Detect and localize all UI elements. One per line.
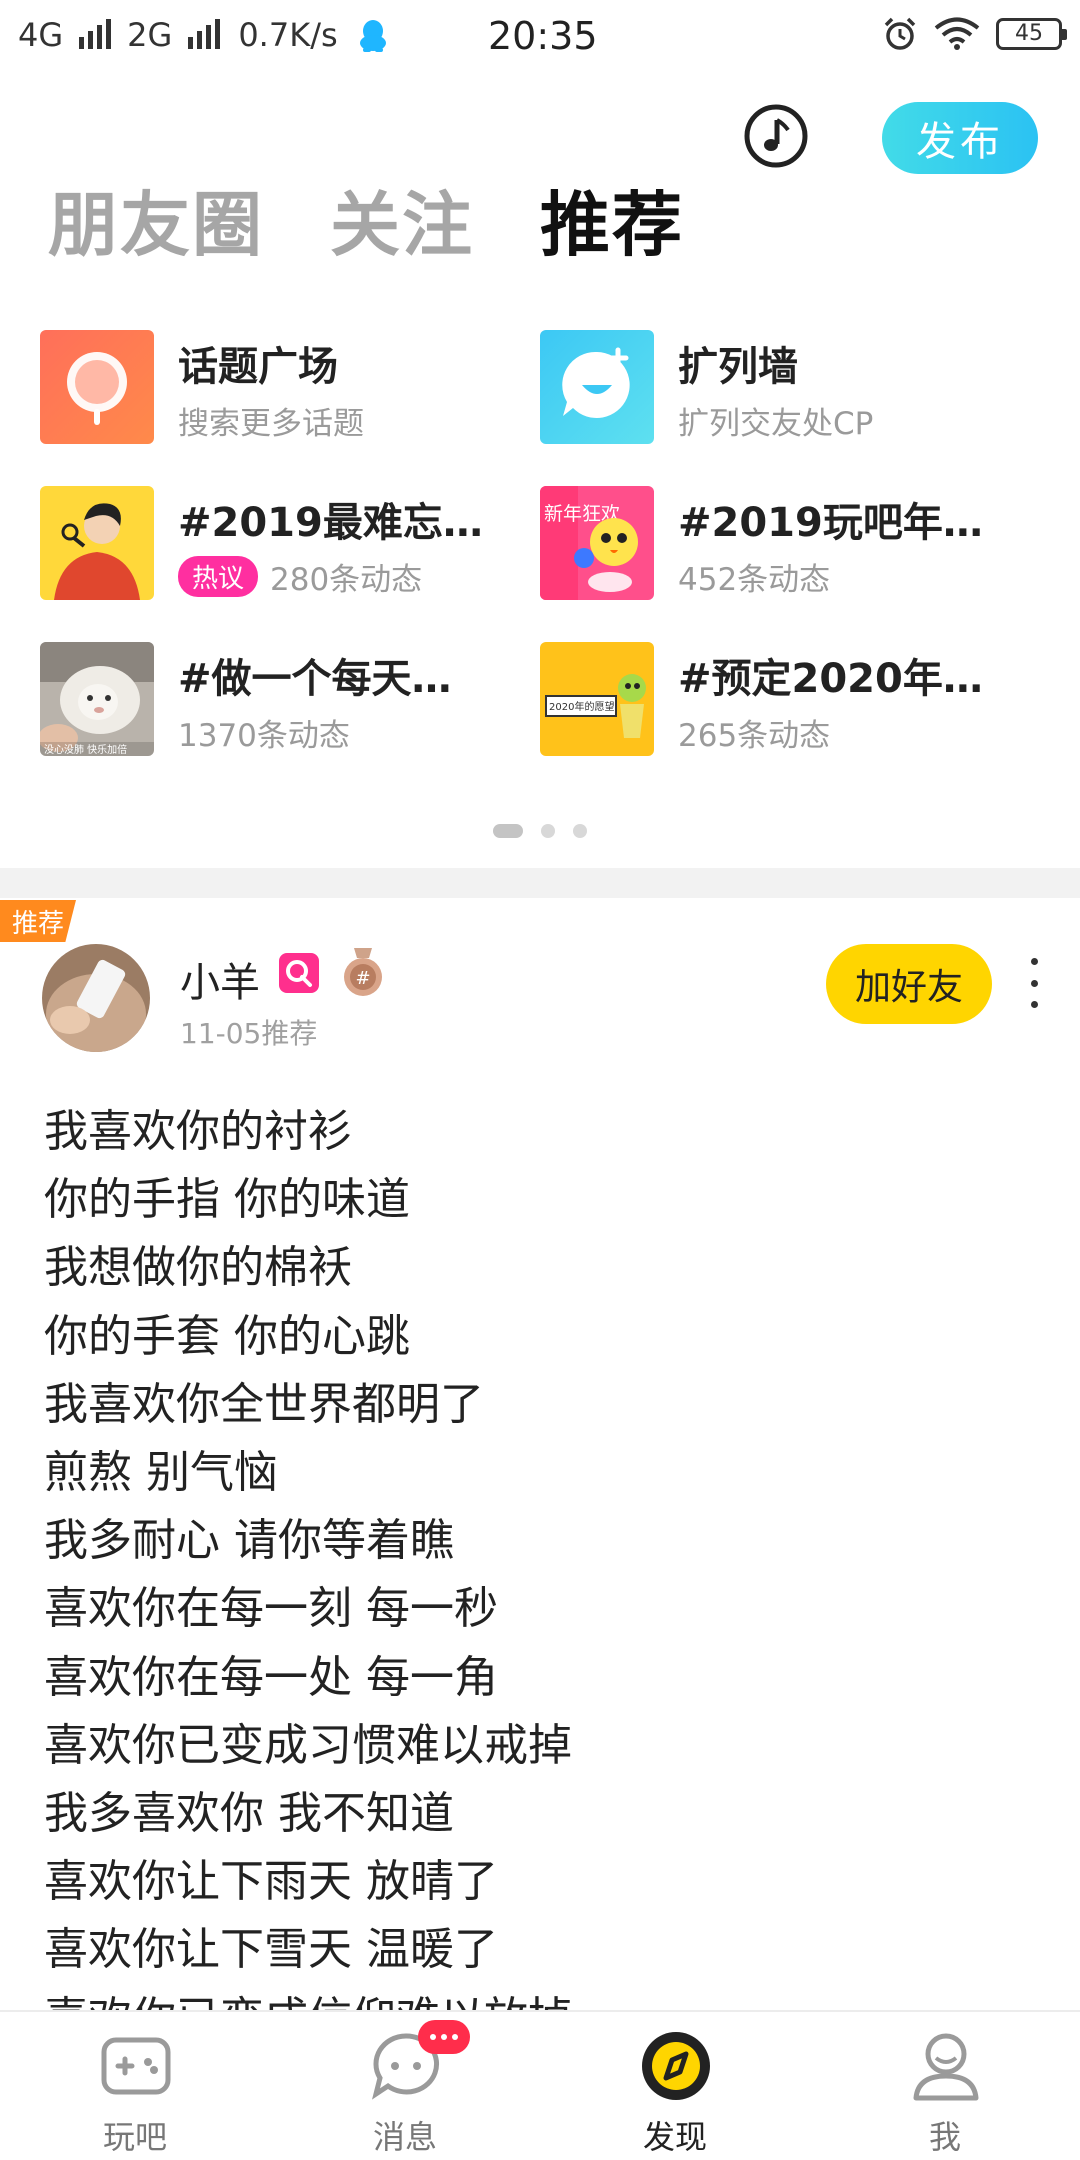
topic-expand-wall[interactable]: 扩列墙 扩列交友处CP <box>540 328 1020 448</box>
topic-subtitle-text: 1370条动态 <box>178 718 350 754</box>
status-bar: 4G 2G 0.7K/s 20:35 45 <box>0 0 1080 76</box>
post-line: 你的手套 你的心跳 <box>44 1310 410 1362</box>
topic-subtitle: 热议 280条动态 <box>178 554 422 599</box>
post-content: 我喜欢你的衬衫 你的手指 你的味道 我想做你的棉袄 你的手套 你的心跳 我喜欢你… <box>44 1098 1044 2053</box>
topic-subtitle: 265条动态 <box>678 710 830 755</box>
post-date: 11-05推荐 <box>180 1017 318 1050</box>
penguin-icon <box>359 20 386 52</box>
post-line: 我多喜欢你 我不知道 <box>44 1788 454 1840</box>
nav-item-messages[interactable]: 消息 <box>270 2012 540 2160</box>
topic-title: #2019玩吧年… <box>678 500 983 546</box>
topic-subtitle: 搜索更多话题 <box>178 398 364 443</box>
lamb-photo-thumbnail: 没心没肺 快乐加倍 <box>40 642 154 756</box>
topic-title: 扩列墙 <box>678 344 798 390</box>
post-line: 你的手指 你的味道 <box>44 1174 410 1226</box>
nav-label: 我 <box>928 2118 961 2156</box>
pager-dot-active <box>493 824 523 838</box>
network-2g-label: 2G <box>127 16 173 54</box>
tab-recommended[interactable]: 推荐 <box>540 180 684 270</box>
alarm-icon <box>884 17 916 50</box>
topic-subtitle-text: 扩列交友处CP <box>678 406 874 442</box>
search-icon <box>40 330 154 444</box>
illustration-thumbnail <box>40 486 154 600</box>
tab-following[interactable]: 关注 <box>330 180 474 270</box>
signal-strength-icon-2 <box>188 19 221 49</box>
post-line: 喜欢你在每一处 每一角 <box>44 1651 498 1703</box>
pager-dot <box>573 824 587 838</box>
post-username[interactable]: 小羊 <box>180 950 260 1008</box>
unread-badge <box>418 2020 470 2054</box>
post-line: 我喜欢你全世界都明了 <box>44 1378 484 1430</box>
publish-button[interactable]: 发布 <box>882 102 1038 174</box>
battery-level: 45 <box>1015 21 1043 46</box>
status-left: 4G 2G 0.7K/s <box>18 16 388 54</box>
signal-strength-icon <box>79 19 112 49</box>
more-options-icon[interactable] <box>1024 958 1044 1008</box>
add-friend-button[interactable]: 加好友 <box>826 944 992 1024</box>
vip-badge-icon <box>278 952 320 994</box>
network-speed: 0.7K/s <box>238 16 338 54</box>
bottom-nav: 玩吧 消息 发现 我 <box>0 2010 1080 2160</box>
thumb-caption: 没心没肺 快乐加倍 <box>44 743 127 756</box>
topic-reserve-2020[interactable]: 2020年的愿望 #预定2020年… 265条动态 <box>540 640 1020 760</box>
nav-item-play[interactable]: 玩吧 <box>0 2012 270 2160</box>
nav-item-discover[interactable]: 发现 <box>540 2012 810 2160</box>
carousel-pager <box>0 824 1080 838</box>
medal-icon: # <box>340 948 386 998</box>
new-year-thumbnail: 新年狂欢 <box>540 486 654 600</box>
topic-subtitle-text: 452条动态 <box>678 562 831 598</box>
cartoon-thumbnail: 2020年的愿望 <box>540 642 654 756</box>
recommended-tag: 推荐 <box>0 900 76 942</box>
topic-subtitle-text: 搜索更多话题 <box>178 406 364 442</box>
post-line: 我多耐心 请你等着瞧 <box>44 1515 454 1567</box>
top-tabs: 朋友圈 关注 推荐 <box>48 180 684 270</box>
user-icon <box>913 2033 979 2101</box>
topic-subtitle: 452条动态 <box>678 554 830 599</box>
nav-item-me[interactable]: 我 <box>810 2012 1080 2160</box>
wifi-icon <box>934 17 980 50</box>
hot-badge: 热议 <box>178 556 259 597</box>
nav-label: 玩吧 <box>102 2118 167 2156</box>
post-line: 我喜欢你的衬衫 <box>44 1106 352 1157</box>
section-divider <box>0 868 1080 898</box>
battery-indicator: 45 <box>996 18 1067 50</box>
music-note-icon <box>744 104 808 168</box>
post-line: 喜欢你让下雪天 温暖了 <box>44 1924 498 1976</box>
status-right: 45 <box>882 16 1067 52</box>
topic-title: 话题广场 <box>178 344 338 390</box>
post-line: 喜欢你在每一刻 每一秒 <box>44 1583 498 1635</box>
nav-label: 消息 <box>372 2118 437 2156</box>
topic-2019-memorable[interactable]: #2019最难忘… 热议 280条动态 <box>40 484 520 604</box>
topic-subtitle-text: 280条动态 <box>270 562 423 598</box>
gamepad-icon <box>101 2037 171 2095</box>
status-time: 20:35 <box>488 14 598 58</box>
topic-subtitle-text: 265条动态 <box>678 718 831 754</box>
app-root: 4G 2G 0.7K/s 20:35 45 发布 朋友圈 关注 推荐 话题广场 … <box>0 0 1080 2160</box>
chat-bubble-icon <box>540 330 654 444</box>
post-line: 喜欢你已变成习惯难以戒掉 <box>44 1719 572 1771</box>
topic-be-a-daily[interactable]: 没心没肺 快乐加倍 #做一个每天… 1370条动态 <box>40 640 520 760</box>
post-line: 煎熬 别气恼 <box>44 1447 278 1499</box>
topic-title: #做一个每天… <box>178 656 452 702</box>
topic-2019-playbar-year[interactable]: 新年狂欢 #2019玩吧年… 452条动态 <box>540 484 1020 604</box>
thumb-caption: 2020年的愿望 <box>549 700 614 713</box>
music-button[interactable] <box>744 104 808 168</box>
topic-subtitle: 1370条动态 <box>178 710 350 755</box>
post-line: 喜欢你让下雨天 放晴了 <box>44 1856 498 1908</box>
topic-title: #2019最难忘… <box>178 500 483 546</box>
compass-icon <box>642 2032 710 2100</box>
network-4g-label: 4G <box>18 16 64 54</box>
nav-label: 发现 <box>642 2118 707 2156</box>
pager-dot <box>541 824 555 838</box>
post-line: 我想做你的棉袄 <box>44 1242 352 1294</box>
topic-title: #预定2020年… <box>678 656 983 702</box>
avatar[interactable] <box>42 944 150 1052</box>
svg-text:#: # <box>355 968 370 989</box>
topic-square[interactable]: 话题广场 搜索更多话题 <box>40 328 520 448</box>
topic-subtitle: 扩列交友处CP <box>678 398 873 443</box>
tab-moments[interactable]: 朋友圈 <box>48 180 264 270</box>
